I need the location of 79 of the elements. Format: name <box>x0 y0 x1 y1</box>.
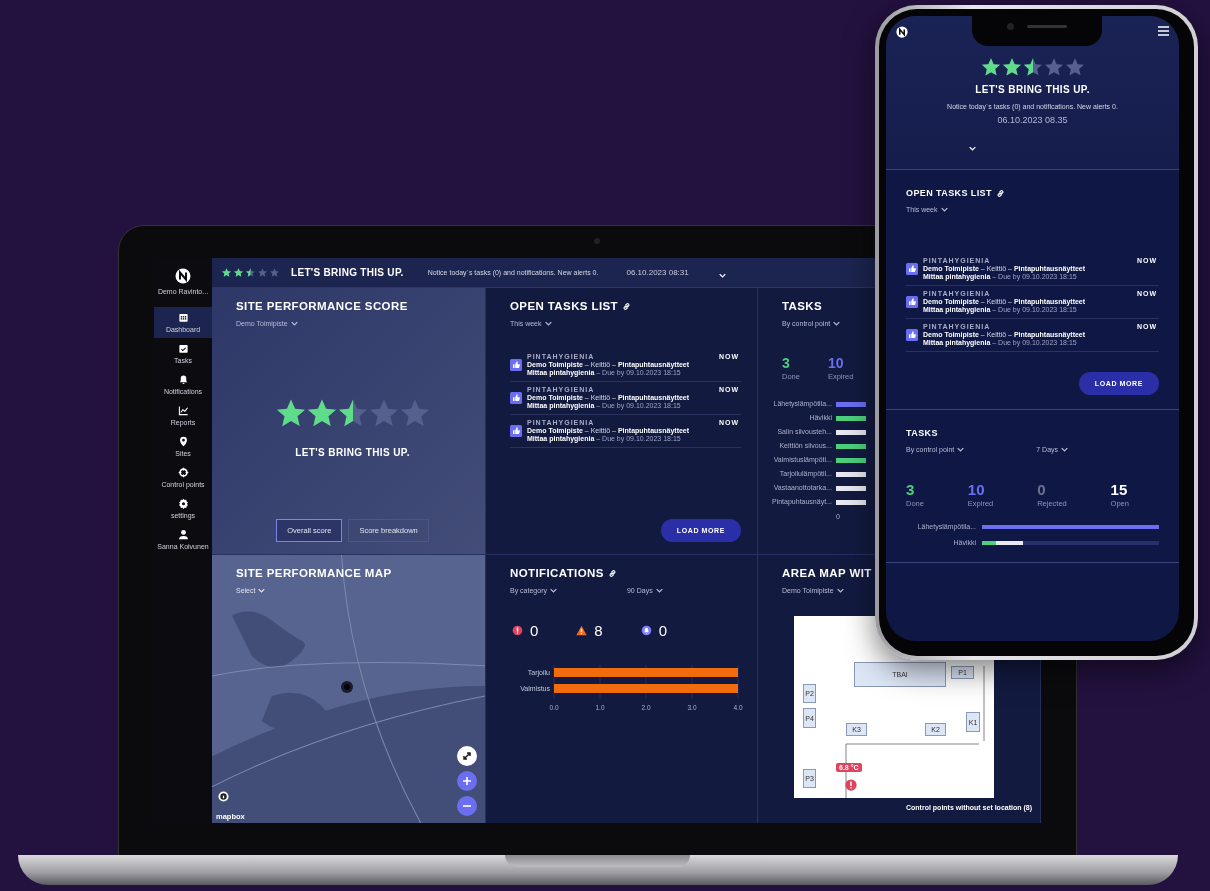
star-icon <box>1023 58 1042 76</box>
chevron-down-icon <box>1061 447 1069 452</box>
panel-title: NOTIFICATIONS <box>510 567 604 579</box>
chevron-down-icon <box>655 588 663 593</box>
star-icon <box>1002 58 1021 76</box>
star-icon <box>276 399 305 427</box>
chevron-down-icon <box>718 272 726 278</box>
star-icon <box>258 268 267 277</box>
star-icon <box>307 399 336 427</box>
chevron-down-icon <box>290 321 298 326</box>
chevron-down-icon <box>258 588 266 593</box>
thumbs-up-icon <box>906 329 918 341</box>
thumbs-up-icon <box>906 296 918 308</box>
crosshair-icon <box>177 467 189 478</box>
location-pin-icon <box>177 436 189 447</box>
thumbs-up-icon <box>906 263 918 275</box>
logo-icon <box>896 26 908 38</box>
stat-value: 3 <box>782 355 791 371</box>
star-icon <box>222 268 231 277</box>
chevron-down-icon <box>549 588 557 593</box>
line-chart-icon <box>177 405 189 416</box>
speaker-grille <box>1027 25 1067 28</box>
front-camera <box>1007 23 1014 30</box>
stat-value: 0 <box>1037 481 1047 498</box>
star-icon <box>338 399 367 427</box>
score-headline: LET'S BRING THIS UP. <box>291 267 404 278</box>
alert-icon <box>512 625 523 636</box>
info-icon[interactable] <box>218 791 229 802</box>
thumbs-up-icon <box>510 392 522 404</box>
calendar-check-icon <box>177 343 189 354</box>
score-headline: LET'S BRING THIS UP. <box>975 84 1090 95</box>
star-icon <box>270 268 279 277</box>
chevron-down-icon <box>969 146 976 151</box>
score-headline: LET'S BRING THIS UP. <box>295 447 410 458</box>
link-icon[interactable] <box>622 301 632 311</box>
star-icon <box>1044 58 1063 76</box>
count-value: 0 <box>658 622 668 639</box>
stat-value: 10 <box>827 355 845 371</box>
alert-icon <box>845 779 857 791</box>
expand-icon <box>461 750 473 762</box>
star-icon <box>400 399 429 427</box>
logo-icon <box>175 268 191 284</box>
panel-title: OPEN TASKS LIST <box>906 188 992 198</box>
menu-icon[interactable] <box>1158 26 1169 36</box>
star-icon <box>246 268 255 277</box>
date-time: 06.10.2023 08:31 <box>626 268 689 277</box>
thumbs-up-icon <box>510 425 522 437</box>
person-icon <box>177 529 189 540</box>
stat-value: 15 <box>1110 481 1129 498</box>
panel-title: AREA MAP WIT <box>782 567 872 579</box>
count-value: 8 <box>594 622 603 639</box>
map-marker-icon[interactable] <box>341 681 353 693</box>
date-time: 06.10.2023 08.35 <box>997 115 1068 125</box>
panel-title: TASKS <box>906 428 938 438</box>
star-icon <box>369 399 398 427</box>
panel-title: TASKS <box>782 300 823 312</box>
count-value: 0 <box>530 622 539 639</box>
bell-icon <box>640 625 652 636</box>
star-icon <box>234 268 243 277</box>
chevron-down-icon <box>940 207 948 212</box>
panel-title: SITE PERFORMANCE SCORE <box>236 300 408 312</box>
link-icon[interactable] <box>607 568 617 578</box>
calendar-icon <box>177 312 189 323</box>
chevron-down-icon <box>833 321 841 326</box>
plus-icon <box>461 775 473 787</box>
thumbs-up-icon <box>510 359 522 371</box>
star-icon <box>1065 58 1084 76</box>
bell-icon <box>177 374 189 385</box>
stat-value: 10 <box>967 481 986 498</box>
warning-icon <box>576 625 588 636</box>
panel-title: SITE PERFORMANCE MAP <box>236 567 392 579</box>
link-icon[interactable] <box>995 188 1005 198</box>
star-icon <box>981 58 1000 76</box>
panel-title: OPEN TASKS LIST <box>510 300 619 312</box>
stat-value: 3 <box>906 481 916 498</box>
chevron-down-icon <box>836 588 844 593</box>
settings-icon <box>177 498 189 509</box>
chevron-down-icon <box>957 447 965 452</box>
chevron-down-icon <box>544 321 552 326</box>
